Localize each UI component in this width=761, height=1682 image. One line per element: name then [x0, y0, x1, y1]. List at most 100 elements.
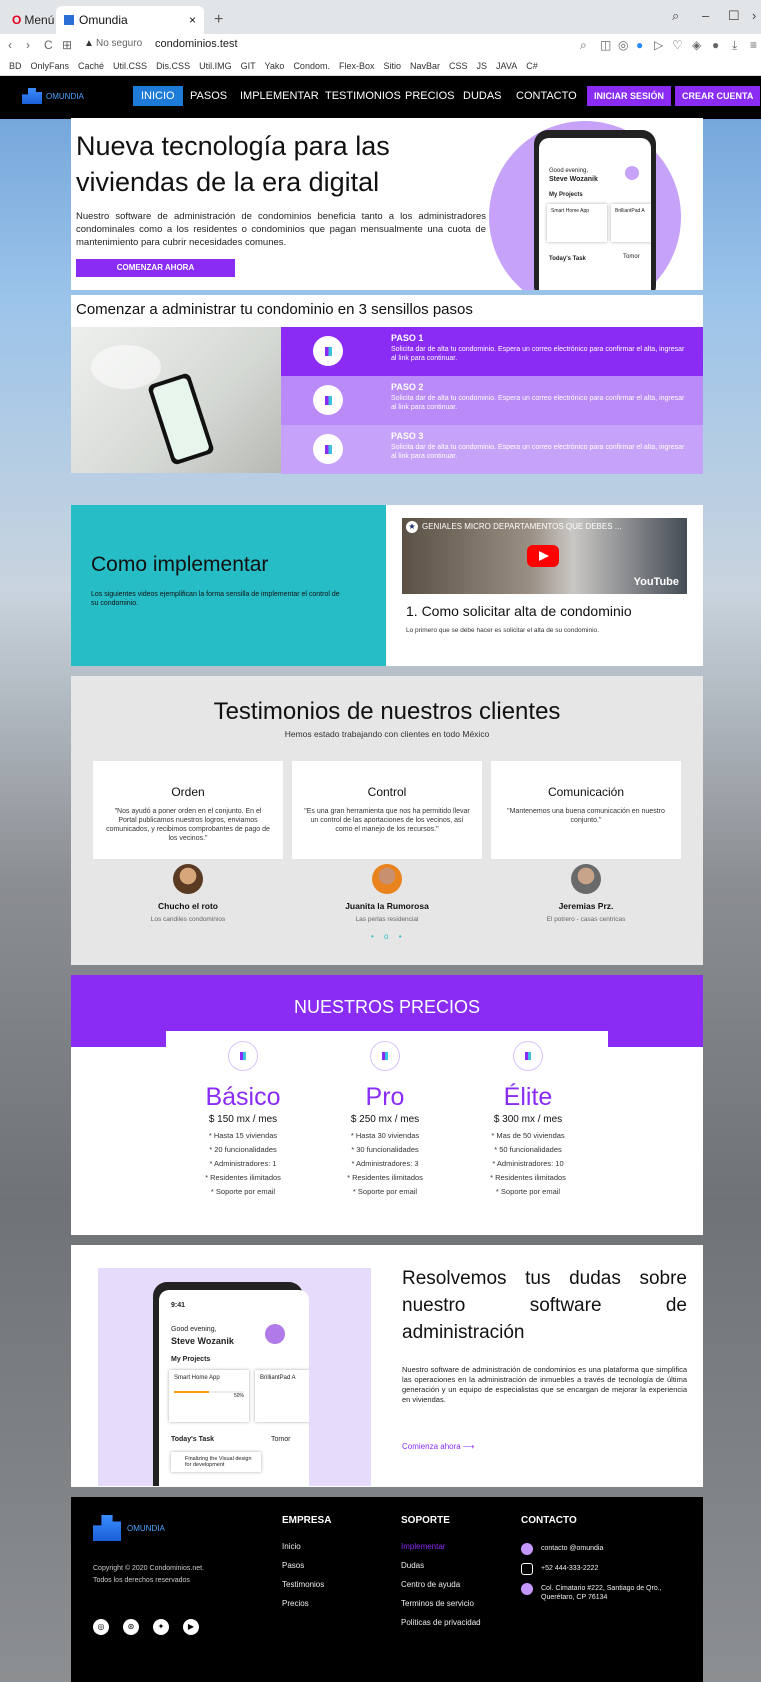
implement-section: Como implementar Los siguientes videos e… [71, 505, 386, 666]
bookmark-item[interactable]: Caché [78, 56, 104, 75]
maximize-icon[interactable]: ☐ [728, 8, 740, 24]
brand-logo[interactable]: OMUNDIA [22, 88, 84, 104]
signup-button[interactable]: CREAR CUENTA [675, 86, 761, 106]
footer-link-terminos[interactable]: Terminos de servicio [401, 1599, 474, 1608]
footer-rights: Todos los derechos reservados [93, 1577, 190, 1584]
cube-icon[interactable]: ◈ [692, 38, 701, 52]
bookmark-item[interactable]: GIT [241, 56, 256, 75]
footer-link-privacidad[interactable]: Politicas de privacidad [401, 1618, 481, 1627]
plan-elite-icon [513, 1041, 543, 1071]
bookmark-item[interactable]: CSS [449, 56, 468, 75]
instagram-icon[interactable]: ◎ [93, 1619, 109, 1635]
hero-phone-illustration: Good evening, Steve Wozanik My Projects … [489, 118, 699, 290]
bookmark-item[interactable]: Dis.CSS [156, 56, 190, 75]
hero-title: Nueva tecnología para las viviendas de l… [76, 131, 390, 197]
video-item-description: Lo primero que se debe hacer es solicita… [406, 627, 599, 634]
browser-menu-button[interactable]: O Menú [4, 6, 62, 34]
testimonial-1-org: Los candiles condominios [150, 916, 226, 923]
play-icon[interactable]: ▷ [654, 38, 663, 52]
youtube-icon[interactable]: ▶ [183, 1619, 199, 1635]
nav-inicio[interactable]: INICIO [133, 86, 183, 106]
plan-basico-name: Básico [205, 1083, 281, 1111]
phone-tomorrow: Tomor [623, 254, 640, 260]
search-tabs-icon[interactable]: ⌕ [672, 8, 679, 24]
building-logo-icon [93, 1515, 121, 1541]
nav-contacto[interactable]: CONTACTO [516, 90, 577, 102]
start-now-link[interactable]: Comienza ahora ⟶ [402, 1442, 474, 1451]
footer-link-testimonios[interactable]: Testimonios [282, 1580, 324, 1589]
tab-close-icon[interactable]: × [189, 13, 196, 27]
bookmark-item[interactable]: BD [9, 56, 22, 75]
youtube-video[interactable]: ★ GENIALES MICRO DEPARTAMENTOS QUE DEBES… [402, 518, 687, 594]
settings-menu-icon[interactable]: ≡ [750, 38, 757, 52]
plan-basico: Básico $ 150 mx / mes * Hasta 15 viviend… [168, 1021, 318, 1199]
bookmark-item[interactable]: Flex-Box [339, 56, 375, 75]
footer-link-implementar[interactable]: Implementar [401, 1542, 445, 1551]
play-button-icon[interactable] [527, 545, 559, 567]
brand-name: OMUNDIA [46, 91, 84, 101]
profile-icon[interactable]: ● [712, 38, 719, 52]
search-icon[interactable]: ⌕ [580, 38, 587, 53]
bookmark-item[interactable]: Util.CSS [113, 56, 147, 75]
nav-pasos[interactable]: PASOS [190, 90, 227, 102]
testimonial-3-name: Jeremias Prz. [558, 901, 614, 911]
plan-elite-price: $ 300 mx / mes [493, 1114, 563, 1125]
nav-dudas[interactable]: DUDAS [463, 90, 502, 102]
testimonial-3-heading: Comunicación [547, 785, 625, 799]
faq-section: 9:41 Good evening, Steve Wozanik My Proj… [71, 1245, 703, 1487]
footer-link-pasos[interactable]: Pasos [282, 1561, 304, 1570]
bookmark-item[interactable]: Condom. [293, 56, 330, 75]
footer-link-ayuda[interactable]: Centro de ayuda [401, 1580, 460, 1589]
phone-avatar [625, 166, 639, 180]
site-navbar: OMUNDIA INICIO PASOS IMPLEMENTAR TESTIMO… [0, 76, 761, 119]
twitter-icon[interactable]: ✦ [153, 1619, 169, 1635]
bookmark-item[interactable]: OnlyFans [31, 56, 70, 75]
step-3-icon [313, 434, 343, 464]
footer-link-dudas[interactable]: Dudas [401, 1561, 424, 1570]
snapshot-icon[interactable]: ◫ [600, 38, 611, 52]
back-icon[interactable]: ‹ [8, 38, 12, 52]
login-button[interactable]: INICIAR SESIÓN [587, 86, 672, 106]
bookmark-item[interactable]: Yako [265, 56, 285, 75]
feature: * 50 funcionalidades [494, 1145, 562, 1154]
close-window-icon[interactable]: › [752, 8, 756, 23]
bookmark-item[interactable]: Sitio [383, 56, 401, 75]
camera-icon[interactable]: ◎ [618, 38, 628, 52]
reload-icon[interactable]: C [44, 38, 53, 52]
start-now-button[interactable]: COMENZAR AHORA [76, 259, 235, 277]
hero-description: Nuestro software de administración de co… [76, 211, 486, 248]
footer-logo[interactable]: OMUNDIA [93, 1515, 165, 1541]
speed-dial-icon[interactable]: ⊞ [62, 38, 72, 52]
tab-omundia[interactable]: Omundia × [56, 6, 204, 34]
plan-pro-name: Pro [365, 1083, 405, 1111]
vpn-icon[interactable]: ● [636, 38, 643, 52]
url-field[interactable]: condominios.test [155, 38, 238, 50]
footer-link-inicio[interactable]: Inicio [282, 1542, 301, 1551]
bookmark-item[interactable]: NavBar [410, 56, 440, 75]
dribbble-icon[interactable]: ⊛ [123, 1619, 139, 1635]
footer-email[interactable]: contacto @omundia [541, 1544, 691, 1553]
bookmark-item[interactable]: Util.IMG [199, 56, 232, 75]
phone-projects: My Projects [549, 192, 583, 198]
footer-phone[interactable]: +52 444-333-2222 [541, 1564, 691, 1573]
footer-link-precios[interactable]: Precios [282, 1599, 309, 1608]
bookmark-item[interactable]: JAVA [496, 56, 517, 75]
glass-vase [91, 345, 161, 389]
phone-photo-icon [147, 372, 215, 466]
download-icon[interactable]: ⤓ [732, 38, 737, 53]
bookmark-item[interactable]: JS [477, 56, 488, 75]
step-2-text: Solicita dar de alta tu condominio. Espe… [391, 395, 685, 411]
nav-implementar[interactable]: IMPLEMENTAR [240, 90, 319, 102]
steps-header: Comenzar a administrar tu condominio en … [71, 295, 703, 327]
bookmark-item[interactable]: C# [526, 56, 538, 75]
faq-phone-card-1: Smart Home App 50% [169, 1370, 249, 1422]
heart-icon[interactable]: ♡ [672, 38, 683, 52]
nav-testimonios[interactable]: TESTIMONIOS [325, 90, 401, 102]
minimize-icon[interactable]: – [702, 8, 709, 23]
forward-icon[interactable]: › [26, 38, 30, 52]
footer-address: Col. Cimatario #222, Santiago de Qro., Q… [541, 1585, 662, 1601]
new-tab-button[interactable]: + [206, 6, 231, 34]
step-3: PASO 3 Solicita dar de alta tu condomini… [281, 425, 703, 474]
carousel-dots[interactable]: • o • [371, 932, 406, 941]
nav-precios[interactable]: PRECIOS [405, 90, 455, 102]
